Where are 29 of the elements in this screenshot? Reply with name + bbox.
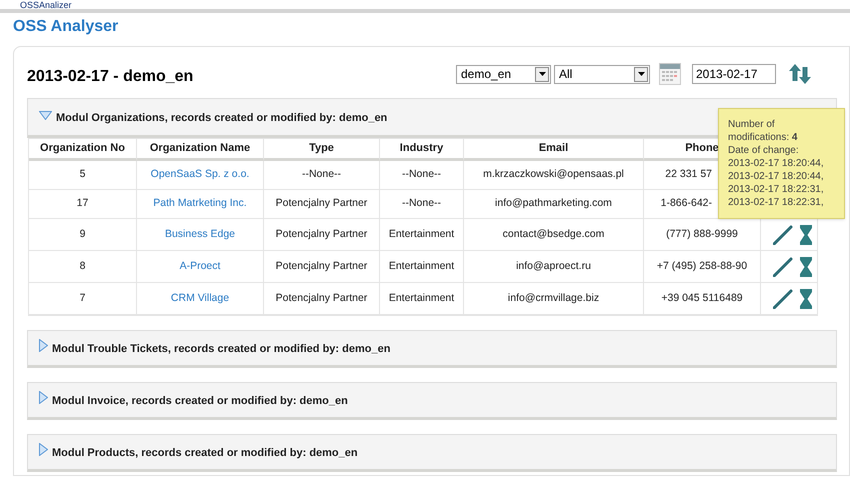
table-cell: --None-- (380, 190, 464, 218)
column-header: Organization No (29, 139, 137, 161)
column-header: Organization Name (137, 139, 264, 161)
table-cell: info@aproect.ru (464, 251, 644, 282)
table-cell: +7 (495) 258-88-90 (644, 251, 761, 282)
table-cell: Entertainment (380, 251, 464, 282)
table-cell: --None-- (380, 161, 464, 189)
column-header: Type (264, 139, 380, 161)
table-cell: Potencjalny Partner (264, 251, 380, 282)
column-header: Industry (380, 139, 464, 161)
table-cell: 17 (29, 190, 137, 218)
table-cell: Potencjalny Partner (264, 190, 380, 218)
table-cell: 5 (29, 161, 137, 189)
table-cell: Entertainment (380, 283, 464, 314)
table-cell: m.krzaczkowski@opensaas.pl (464, 161, 644, 189)
table-cell: 7 (29, 283, 137, 314)
report-title: 2013-02-17 - demo_en (27, 67, 194, 87)
table-cell: info@crmvillage.biz (464, 283, 644, 314)
table-cell: Potencjalny Partner (264, 219, 380, 250)
table-cell: Potencjalny Partner (264, 283, 380, 314)
table-cell: 8 (29, 251, 137, 282)
app-title: OSS Analyser (13, 17, 118, 37)
table-cell: --None-- (264, 161, 380, 189)
table-cell: contact@bsedge.com (464, 219, 644, 250)
column-header: Email (464, 139, 644, 161)
table-cell: +39 045 5116489 (644, 283, 761, 314)
table-cell: Entertainment (380, 219, 464, 250)
table-cell: info@pathmarketing.com (464, 190, 644, 218)
table-cell: 9 (29, 219, 137, 250)
